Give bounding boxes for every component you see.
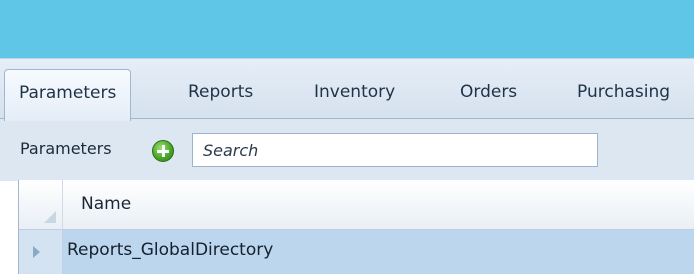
parameters-toolbar: Parameters [0, 118, 694, 181]
parameters-grid: Name Reports_GlobalDirectory [18, 180, 694, 274]
search-input[interactable] [193, 134, 597, 166]
column-header-name[interactable]: Name [81, 194, 131, 214]
plus-circle-icon[interactable] [152, 140, 174, 162]
search-box[interactable] [192, 133, 598, 167]
row-expand-arrow-icon[interactable] [19, 230, 63, 274]
tab-reports[interactable]: Reports [174, 69, 267, 115]
tab-parameters[interactable]: Parameters [4, 69, 132, 121]
title-bar [0, 0, 694, 58]
ribbon-tab-strip: Parameters Reports Inventory Orders Purc… [0, 58, 694, 121]
tab-purchasing[interactable]: Purchasing [563, 69, 684, 115]
toolbar-label: Parameters [20, 139, 112, 158]
row-name-cell[interactable]: Reports_GlobalDirectory [67, 240, 273, 260]
tab-inventory[interactable]: Inventory [300, 69, 409, 115]
tab-orders[interactable]: Orders [446, 69, 531, 115]
table-row[interactable]: Reports_GlobalDirectory [19, 230, 694, 274]
grid-corner-indicator [19, 180, 63, 229]
grid-header: Name [19, 180, 694, 230]
